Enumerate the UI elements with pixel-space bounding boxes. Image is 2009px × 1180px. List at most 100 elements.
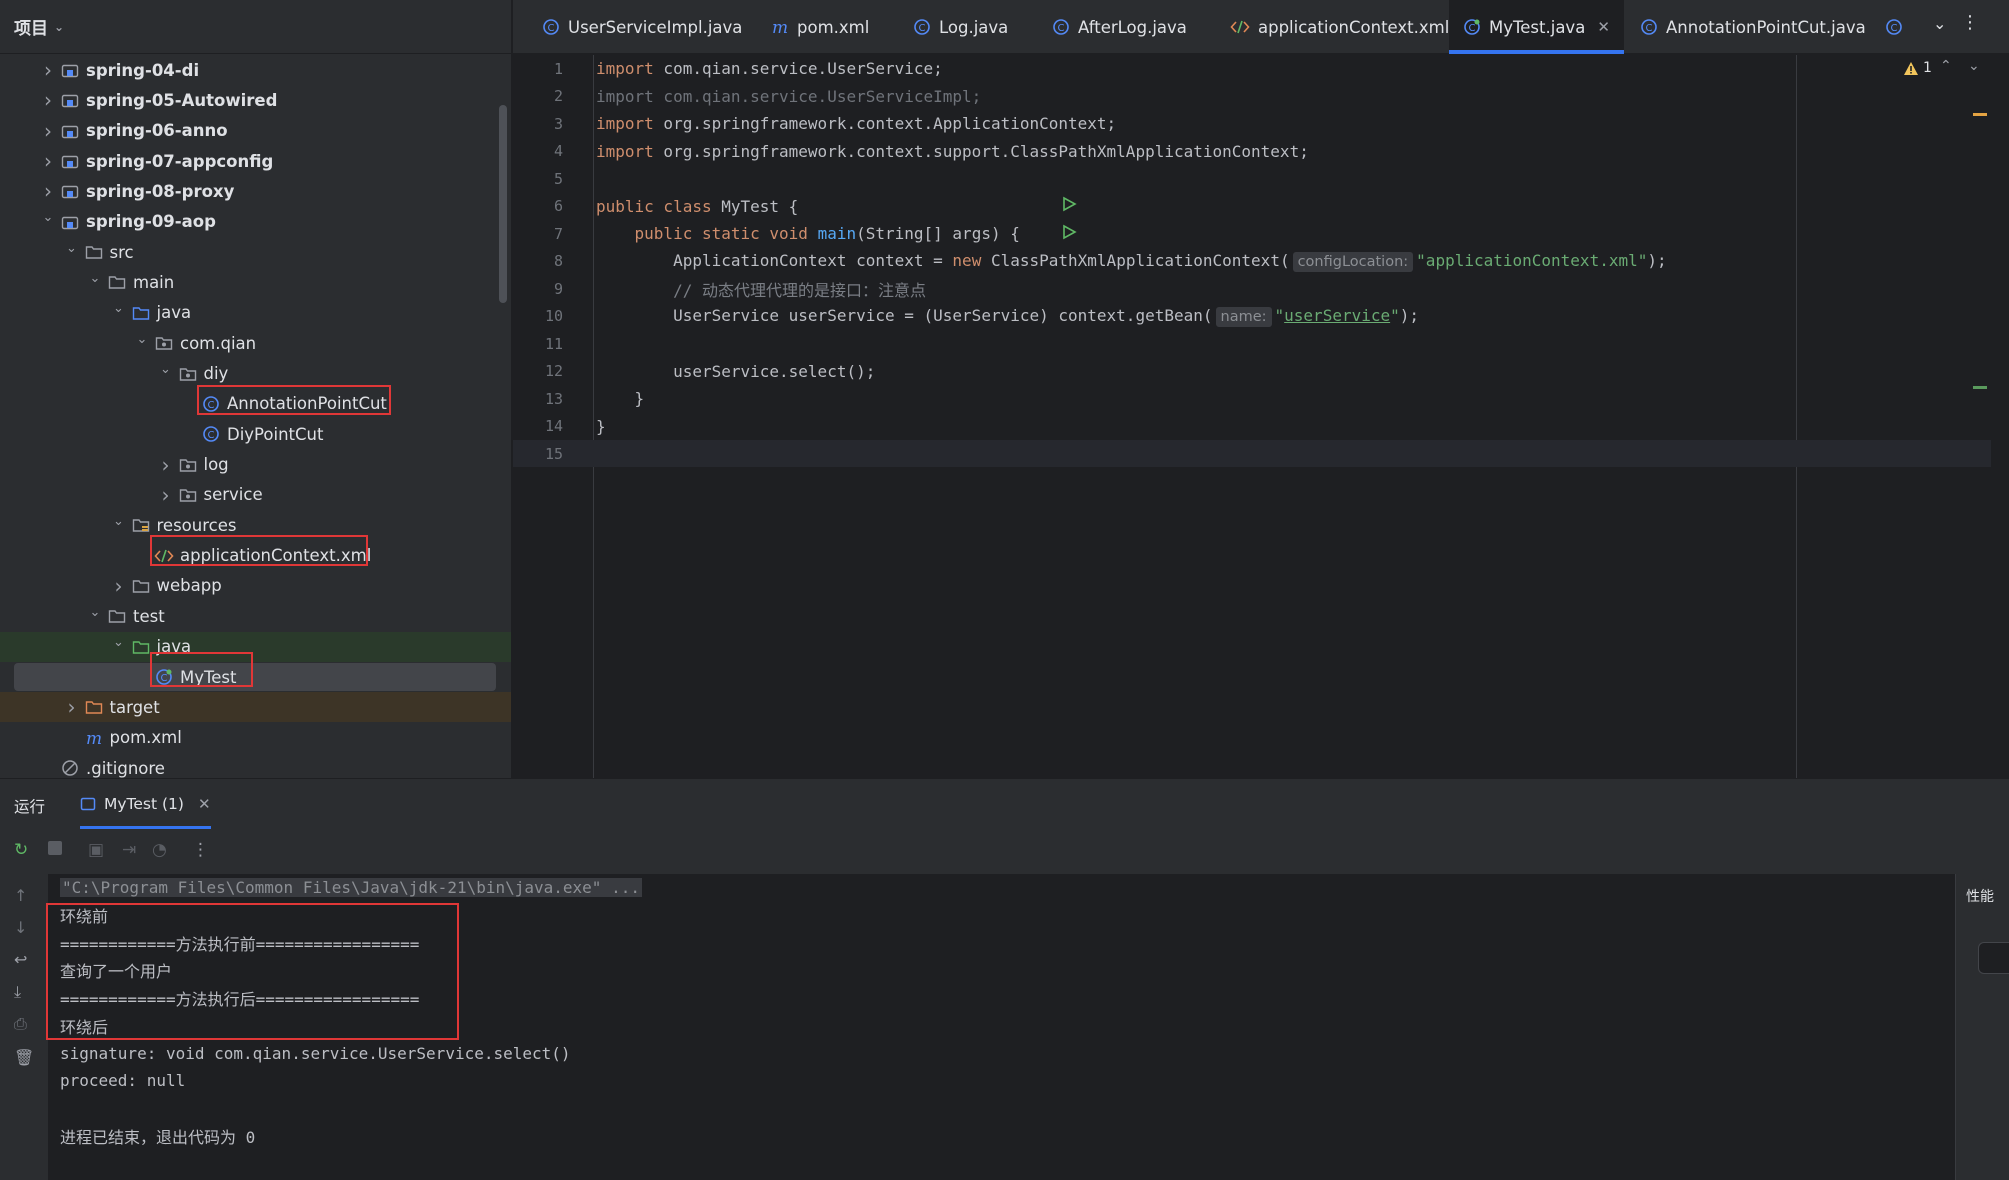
tab-applicationcontext-xml[interactable]: applicationContext.xml [1216, 0, 1463, 54]
chevron-right-icon[interactable]: › [40, 88, 56, 112]
tree-item-diypointcut[interactable]: C DiyPointCut [0, 419, 511, 449]
tree-item--gitignore[interactable]: .gitignore [0, 753, 511, 778]
warning-indicator[interactable]: 1 [1903, 60, 1932, 76]
tab-annotationpointcut-java[interactable]: C AnnotationPointCut.java [1626, 0, 1880, 54]
stop-icon[interactable] [48, 840, 62, 860]
chevron-up-icon[interactable]: ⌃ [1940, 58, 1952, 74]
chevron-right-icon[interactable]: › [40, 119, 56, 143]
tree-item-resources[interactable]: ⌄ resources [0, 510, 511, 540]
code-line[interactable]: 2 import com.qian.service.UserServiceImpl… [513, 83, 1991, 110]
close-icon[interactable]: ✕ [198, 795, 211, 813]
code-line[interactable]: 4 import org.springframework.context.supp… [513, 138, 1991, 165]
camera-icon[interactable]: ▣ [88, 840, 104, 860]
chevron-down-icon[interactable]: ⌄ [111, 635, 127, 650]
chevron-down-icon[interactable]: ⌄ [1968, 58, 1980, 74]
chevron-down-icon[interactable]: ⌄ [1933, 14, 1946, 33]
project-view-selector[interactable]: 项目 ⌄ [0, 0, 511, 54]
tree-item-label: AnnotationPointCut [227, 394, 387, 414]
tab-afterlog-java[interactable]: C AfterLog.java [1038, 0, 1201, 54]
tree-item-pom-xml[interactable]: m pom.xml [0, 723, 511, 753]
profiler-icon[interactable]: ◔ [152, 840, 167, 860]
tree-item-diy[interactable]: ⌄ diy [0, 359, 511, 389]
tree-item-spring-08-proxy[interactable]: › spring-08-proxy [0, 176, 511, 206]
run-tab-label: MyTest (1) [104, 795, 184, 813]
code-line[interactable]: 10 UserService userService = (UserServic… [513, 303, 1991, 330]
chevron-down-icon[interactable]: ⌄ [87, 271, 103, 286]
code-line[interactable]: 15 [513, 440, 1991, 467]
chevron-right-icon[interactable]: › [158, 483, 174, 507]
tab-label: AfterLog.java [1078, 17, 1187, 37]
tree-item-webapp[interactable]: › webapp [0, 571, 511, 601]
tree-item-spring-06-anno[interactable]: › spring-06-anno [0, 116, 511, 146]
code-line[interactable]: 14} [513, 413, 1991, 440]
code-line[interactable]: 7 public static void main(String[] args)… [513, 220, 1991, 247]
code-line[interactable]: 12 userService.select(); [513, 358, 1991, 385]
tree-item-spring-09-aop[interactable]: ⌄ spring-09-aop [0, 207, 511, 237]
close-icon[interactable]: ✕ [1597, 18, 1610, 36]
tree-item-applicationcontext-xml[interactable]: applicationContext.xml [0, 541, 511, 571]
performance-tab[interactable]: 性能 [1966, 886, 1994, 906]
change-marker[interactable] [1973, 386, 1987, 389]
chevron-down-icon[interactable]: ⌄ [158, 362, 174, 377]
chevron-right-icon[interactable]: › [158, 453, 174, 477]
export-icon[interactable]: ⇥ [122, 840, 136, 860]
tree-item-com-qian[interactable]: ⌄ com.qian [0, 328, 511, 358]
code-line[interactable]: 9 // 动态代理代理的是接口：注意点 [513, 275, 1991, 302]
run-gutter-icon[interactable] [1061, 224, 1077, 244]
code-line[interactable]: 13 } [513, 385, 1991, 412]
code-line[interactable]: 3 import org.springframework.context.Appl… [513, 110, 1991, 137]
project-scrollbar[interactable] [499, 105, 507, 303]
arrow-down-icon[interactable]: ↓ [14, 918, 27, 937]
tree-item-service[interactable]: › service [0, 480, 511, 510]
chevron-right-icon[interactable]: › [111, 574, 127, 598]
tree-item-annotationpointcut[interactable]: C AnnotationPointCut [0, 389, 511, 419]
run-gutter-icon[interactable] [1061, 196, 1077, 216]
soft-wrap-icon[interactable]: ↩ [14, 950, 27, 969]
tree-item-spring-04-di[interactable]: › spring-04-di [0, 55, 511, 85]
tree-item-spring-07-appconfig[interactable]: › spring-07-appconfig [0, 146, 511, 176]
run-tab-mytest[interactable]: MyTest (1) ✕ [80, 779, 211, 829]
chevron-down-icon[interactable]: ⌄ [111, 301, 127, 316]
performance-widget[interactable] [1978, 942, 2009, 974]
tab-overflow[interactable]: C [1885, 0, 1911, 54]
trash-icon[interactable]: 🗑 [14, 1048, 34, 1067]
chevron-down-icon[interactable]: ⌄ [40, 210, 56, 225]
chevron-down-icon[interactable]: ⌄ [111, 514, 127, 529]
tree-item-main[interactable]: ⌄ main [0, 267, 511, 297]
svg-text:C: C [1469, 23, 1476, 34]
tab-log-java[interactable]: C Log.java [899, 0, 1022, 54]
code-string-link[interactable]: userService [1284, 306, 1390, 325]
warning-marker[interactable] [1973, 113, 1987, 116]
tree-item-spring-05-autowired[interactable]: › spring-05-Autowired [0, 85, 511, 115]
code-line[interactable]: 11 [513, 330, 1991, 357]
tree-item-mytest[interactable]: C MyTest [0, 662, 511, 692]
scroll-to-end-icon[interactable]: ⤓ [14, 982, 21, 1002]
tree-item-java[interactable]: ⌄ java [0, 632, 511, 662]
code-line[interactable]: 1 import com.qian.service.UserService; [513, 55, 1991, 82]
tree-item-target[interactable]: › target [0, 692, 511, 722]
chevron-down-icon[interactable]: ⌄ [134, 332, 150, 347]
chevron-right-icon[interactable]: › [64, 695, 80, 719]
code-line[interactable]: 6 public class MyTest { [513, 193, 1991, 220]
tab-mytest-java[interactable]: C MyTest.java ✕ [1449, 0, 1624, 54]
arrow-up-icon[interactable]: ↑ [14, 886, 27, 905]
more-options-icon[interactable]: ⋮ [1961, 12, 1979, 33]
code-line[interactable]: 5 [513, 165, 1991, 192]
tab-pom-xml[interactable]: m pom.xml [757, 0, 883, 54]
tree-item-test[interactable]: ⌄ test [0, 601, 511, 631]
tree-item-src[interactable]: ⌄ src [0, 237, 511, 267]
chevron-right-icon[interactable]: › [40, 149, 56, 173]
print-icon[interactable]: ⎙ [14, 1014, 27, 1034]
folder-icon [84, 243, 104, 261]
chevron-down-icon[interactable]: ⌄ [87, 605, 103, 620]
tree-item-label: target [109, 697, 160, 717]
more-options-icon[interactable]: ⋮ [192, 840, 209, 860]
code-line[interactable]: 8 ApplicationContext context = new Class… [513, 248, 1991, 275]
tree-item-java[interactable]: ⌄ java [0, 298, 511, 328]
chevron-down-icon[interactable]: ⌄ [64, 241, 80, 256]
chevron-right-icon[interactable]: › [40, 179, 56, 203]
tree-item-log[interactable]: › log [0, 450, 511, 480]
rerun-icon[interactable]: ↻ [14, 840, 28, 860]
tab-userserviceimpl-java[interactable]: C UserServiceImpl.java [528, 0, 756, 54]
chevron-right-icon[interactable]: › [40, 58, 56, 82]
